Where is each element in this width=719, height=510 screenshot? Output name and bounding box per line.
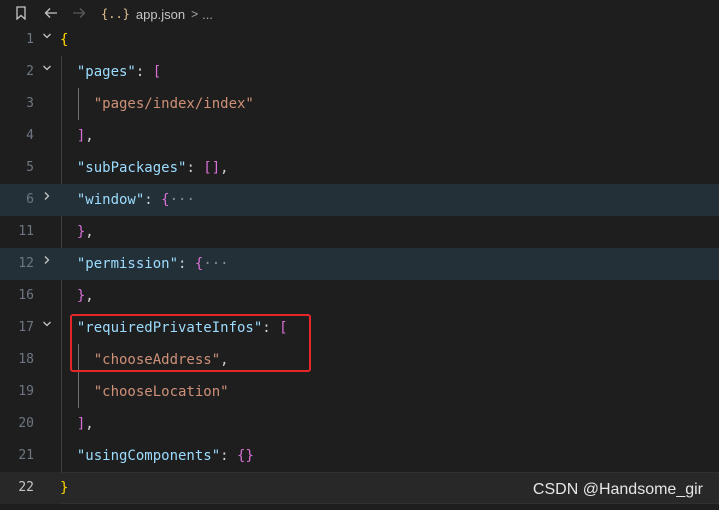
code-token: :	[178, 256, 195, 272]
highlight-annotation-box	[70, 314, 311, 372]
code-text: ],	[60, 126, 94, 146]
breadcrumb-file[interactable]: app.json	[136, 7, 185, 22]
code-line[interactable]: 2 "pages": [	[0, 56, 719, 88]
line-number: 21	[18, 448, 34, 463]
chevron-right-icon: >	[191, 7, 199, 21]
watermark: CSDN @Handsome_gir	[532, 481, 703, 498]
line-number: 16	[18, 288, 34, 303]
line-number: 11	[18, 224, 34, 239]
breadcrumb-ellipsis[interactable]: ...	[202, 7, 213, 22]
chevron-right-icon[interactable]	[40, 190, 54, 204]
code-line[interactable]: 16 },	[0, 280, 719, 312]
code-token: :	[135, 64, 153, 80]
code-token: "chooseLocation"	[93, 384, 229, 400]
line-number: 18	[18, 352, 34, 367]
line-number: 2	[26, 64, 34, 79]
code-token: "pages"	[76, 64, 136, 80]
line-number: 3	[26, 96, 34, 111]
code-line[interactable]: 3 "pages/index/index"	[0, 88, 719, 120]
code-line[interactable]: 19 "chooseLocation"	[0, 376, 719, 408]
chevron-right-icon[interactable]	[40, 254, 54, 268]
line-number: 20	[18, 416, 34, 431]
code-token: "window"	[76, 192, 145, 208]
code-text: "usingComponents": {}	[60, 446, 254, 466]
line-number: 4	[26, 128, 34, 143]
code-text: },	[60, 222, 94, 242]
code-token: :	[220, 448, 238, 464]
code-line[interactable]: 12 "permission": {···	[0, 248, 719, 280]
code-line[interactable]: 20 ],	[0, 408, 719, 440]
chevron-down-icon[interactable]	[40, 318, 54, 332]
forward-arrow-icon[interactable]	[71, 6, 87, 22]
code-token: :	[186, 160, 204, 176]
back-arrow-icon[interactable]	[43, 6, 59, 22]
line-number: 17	[18, 320, 34, 335]
code-text: }	[60, 478, 68, 498]
bookmark-icon[interactable]	[13, 6, 29, 22]
code-text: "permission": {···	[60, 254, 229, 274]
code-token: ···	[203, 256, 229, 272]
code-text: "subPackages": [],	[60, 158, 229, 178]
code-text: "chooseLocation"	[60, 382, 229, 402]
chevron-down-icon[interactable]	[40, 30, 54, 44]
code-token: ,	[85, 416, 94, 432]
code-token: "usingComponents"	[76, 448, 221, 464]
code-text: {	[60, 30, 68, 50]
code-line[interactable]: 5 "subPackages": [],	[0, 152, 719, 184]
code-line[interactable]: 1{	[0, 24, 719, 56]
chevron-down-icon[interactable]	[40, 62, 54, 76]
code-line[interactable]: 21 "usingComponents": {}	[0, 440, 719, 472]
code-token: "pages/index/index"	[93, 96, 254, 112]
line-number: 6	[26, 192, 34, 207]
code-token: [	[152, 64, 162, 80]
code-text: },	[60, 286, 94, 306]
json-file-icon: {..}	[101, 7, 130, 21]
code-token: ···	[169, 192, 195, 208]
code-token: }	[60, 480, 69, 496]
code-token: :	[144, 192, 162, 208]
code-token: ,	[220, 160, 229, 176]
code-token: ,	[85, 128, 94, 144]
line-number: 12	[18, 256, 34, 271]
line-number: 22	[18, 480, 34, 495]
code-token: "subPackages"	[76, 160, 187, 176]
line-number: 19	[18, 384, 34, 399]
code-token: {}	[237, 448, 254, 464]
code-token: ,	[85, 288, 94, 304]
code-token: ,	[85, 224, 94, 240]
code-text: "window": {···	[60, 190, 195, 210]
code-token: {	[60, 32, 69, 48]
code-token: {	[161, 192, 170, 208]
code-token: []	[203, 160, 221, 176]
line-number: 1	[26, 32, 34, 47]
code-line[interactable]: 6 "window": {···	[0, 184, 719, 216]
code-text: "pages": [	[60, 62, 161, 82]
code-line[interactable]: 11 },	[0, 216, 719, 248]
code-token: "permission"	[76, 256, 179, 272]
line-number: 5	[26, 160, 34, 175]
code-text: ],	[60, 414, 94, 434]
code-line[interactable]: 4 ],	[0, 120, 719, 152]
code-text: "pages/index/index"	[60, 94, 254, 114]
